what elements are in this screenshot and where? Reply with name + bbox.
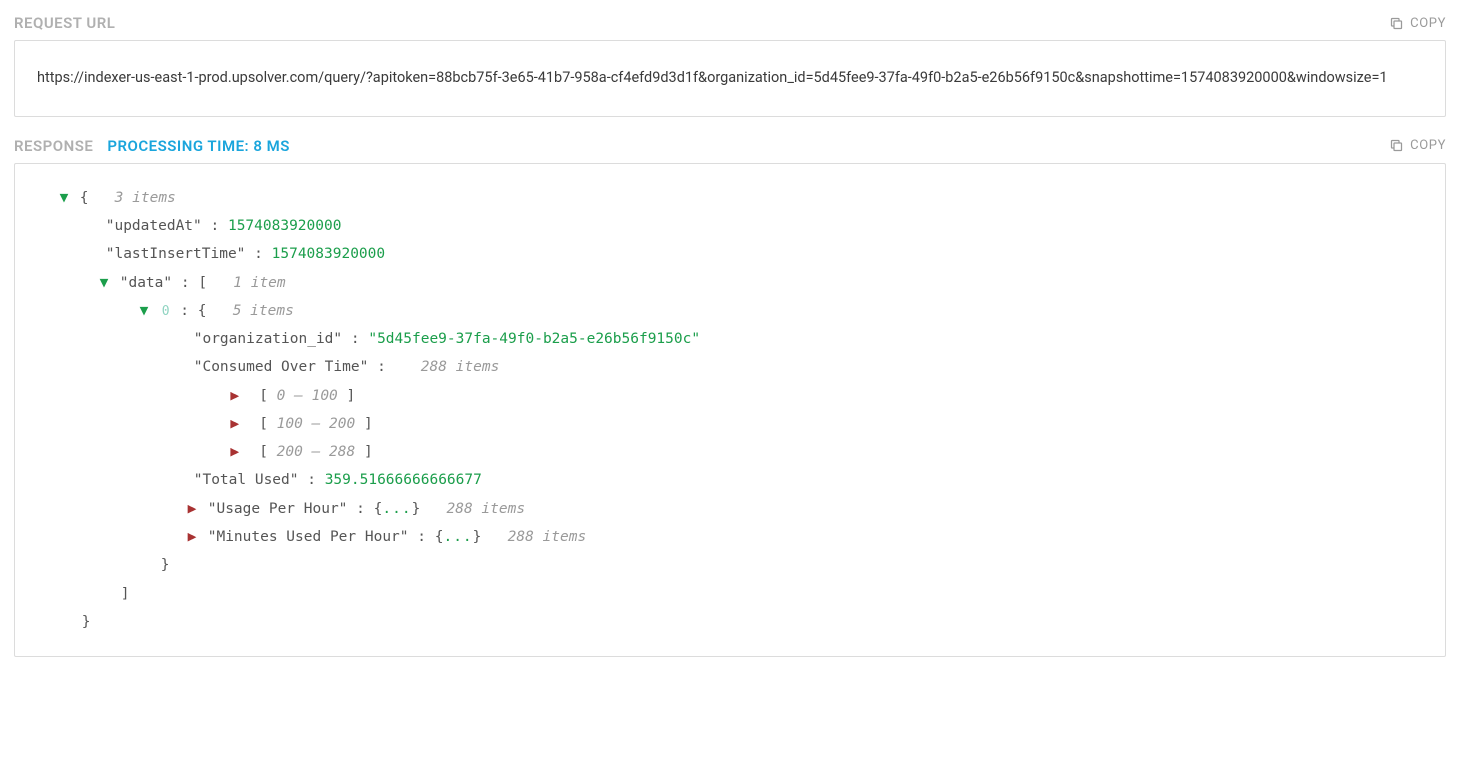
processing-time: PROCESSING TIME: 8 MS: [107, 137, 290, 155]
json-key-data: "data": [120, 275, 172, 291]
request-copy-label: COPY: [1410, 16, 1446, 31]
expand-toggle-data[interactable]: ▼: [97, 269, 111, 297]
brace-open: {: [80, 190, 89, 206]
copy-icon: [1389, 138, 1404, 153]
json-val-org-id: "5d45fee9-37fa-49f0-b2a5-e26b56f9150c": [368, 331, 700, 347]
json-index-0: 0: [162, 304, 170, 319]
json-key-usage-per-hour: "Usage Per Hour": [208, 501, 348, 517]
brace-open: {: [198, 303, 207, 319]
request-url-box: https://indexer-us-east-1-prod.upsolver.…: [14, 40, 1446, 117]
json-val-total-used: 359.51666666666677: [325, 472, 482, 488]
request-header: REQUEST URL COPY: [14, 14, 1446, 32]
json-key-updatedAt: "updatedAt": [106, 218, 202, 234]
response-copy-button[interactable]: COPY: [1389, 138, 1446, 153]
copy-icon: [1389, 16, 1404, 31]
expand-toggle-root[interactable]: ▼: [57, 184, 71, 212]
json-key-consumed-over-time: "Consumed Over Time": [194, 359, 369, 375]
expand-toggle-muph[interactable]: ▶: [185, 523, 199, 551]
bracket-open: [: [198, 275, 207, 291]
cot-item-count: 288 items: [421, 359, 500, 375]
response-copy-label: COPY: [1410, 138, 1446, 153]
bracket-close: ]: [121, 586, 130, 602]
uph-item-count: 288 items: [447, 501, 526, 517]
cot-range-2: 100 – 200: [277, 416, 356, 432]
response-header: RESPONSE PROCESSING TIME: 8 MS COPY: [14, 137, 1446, 155]
data0-item-count: 5 items: [233, 303, 294, 319]
json-val-lastInsertTime: 1574083920000: [272, 246, 386, 262]
request-copy-button[interactable]: COPY: [1389, 16, 1446, 31]
request-title: REQUEST URL: [14, 14, 115, 32]
json-key-lastInsertTime: "lastInsertTime": [106, 246, 246, 262]
expand-toggle-range1[interactable]: ▶: [228, 382, 242, 410]
cot-range-1: 0 – 100: [277, 388, 338, 404]
response-title: RESPONSE: [14, 137, 93, 155]
json-key-org-id: "organization_id": [194, 331, 342, 347]
expand-toggle-range3[interactable]: ▶: [228, 438, 242, 466]
cot-range-3: 200 – 288: [277, 444, 356, 460]
response-body: ▼ { 3 items "updatedAt" : 1574083920000 …: [14, 163, 1446, 657]
expand-toggle-uph[interactable]: ▶: [185, 495, 199, 523]
expand-toggle-range2[interactable]: ▶: [228, 410, 242, 438]
expand-toggle-data0[interactable]: ▼: [137, 297, 151, 325]
request-url-text: https://indexer-us-east-1-prod.upsolver.…: [37, 61, 1423, 96]
root-item-count: 3 items: [115, 190, 176, 206]
json-val-updatedAt: 1574083920000: [228, 218, 342, 234]
json-key-total-used: "Total Used": [194, 472, 299, 488]
json-key-minutes-used-per-hour: "Minutes Used Per Hour": [208, 529, 409, 545]
data-item-count: 1 item: [233, 275, 285, 291]
muph-item-count: 288 items: [508, 529, 587, 545]
brace-close: }: [161, 557, 170, 573]
brace-close: }: [82, 614, 91, 630]
